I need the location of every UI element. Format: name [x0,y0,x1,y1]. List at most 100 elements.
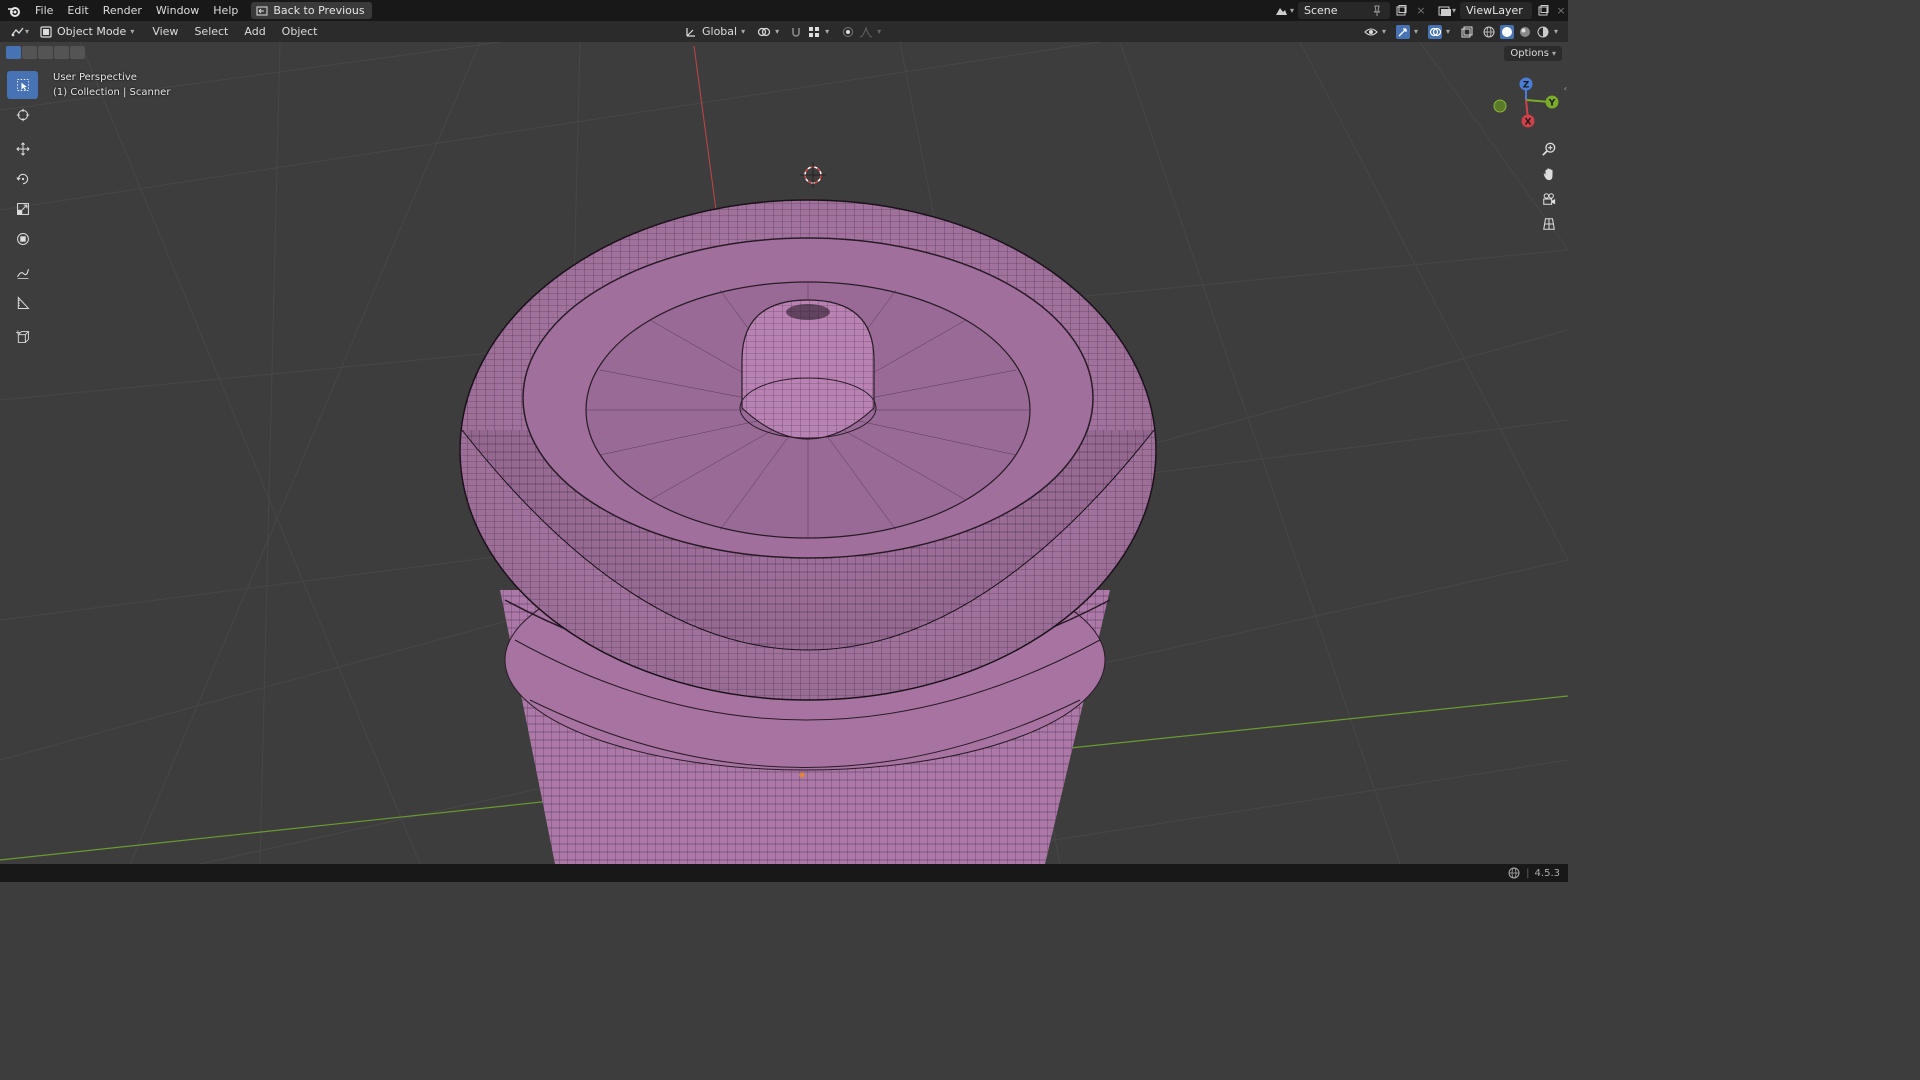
snap-icon[interactable] [807,25,821,39]
scale-icon [16,202,30,216]
snap-toggle-icon[interactable] [789,25,803,39]
object-mode-label: Object Mode [57,25,127,38]
3d-viewport[interactable]: User Perspective (1) Collection | Scanne… [0,42,1568,864]
options-button[interactable]: Options ▾ [1504,46,1562,61]
move-tool[interactable] [7,135,38,163]
transform-orientation-icon[interactable] [684,25,698,39]
viewlayer-selector[interactable]: ViewLayer [1460,2,1532,19]
select-mode-subtract-icon[interactable] [38,46,53,59]
visibility-chevron-icon[interactable]: ▾ [1382,27,1386,36]
transform-icon [16,232,30,246]
select-box-tool[interactable] [7,71,38,99]
measure-icon [16,296,30,310]
mesh-knob [741,299,875,440]
overlay-icon[interactable] [1427,24,1442,39]
scene-chevron-icon[interactable]: ▾ [1290,6,1294,15]
menu-edit[interactable]: Edit [60,0,95,21]
blender-logo-icon[interactable] [0,0,28,21]
viewport-header: ▾ Object Mode ▾ View Select Add Object G… [0,21,1568,42]
y-axis-line [0,799,561,861]
add-cube-icon [15,330,30,344]
object-mode-dropdown[interactable]: Object Mode ▾ [34,23,140,40]
editor-type-button[interactable]: ▾ [6,23,34,40]
add-cube-tool[interactable] [7,323,38,351]
ortho-toggle-button[interactable] [1538,213,1560,235]
transform-orientation-label[interactable]: Global [702,25,737,38]
cursor-tool[interactable] [7,101,38,129]
viewlayer-chevron-icon[interactable]: ▾ [1452,6,1456,15]
menu-render[interactable]: Render [96,0,149,21]
camera-view-button[interactable] [1538,188,1560,210]
scale-tool[interactable] [7,195,38,223]
transform-orientation-chevron-icon[interactable]: ▾ [741,27,745,36]
3d-cursor [800,162,826,188]
back-to-previous-button[interactable]: Back to Previous [251,2,372,19]
pivot-chevron-icon[interactable]: ▾ [775,27,779,36]
select-mode-intersect-icon[interactable] [70,46,85,59]
overlay-chevron-icon[interactable]: ▾ [1446,27,1450,36]
hand-icon [1542,167,1556,181]
transform-tool[interactable] [7,225,38,253]
rotate-icon [15,172,30,186]
menu-file[interactable]: File [28,0,60,21]
menu-help[interactable]: Help [206,0,245,21]
shading-rendered-icon[interactable] [1536,25,1550,39]
options-chevron-icon: ▾ [1551,49,1556,58]
header-right-tools: ▾ ▾ ▾ ▾ [1364,21,1558,42]
camera-icon [1542,192,1556,206]
top-right-area: ▾ Scene × ▾ ViewLayer × [1274,0,1568,21]
menu-view[interactable]: View [147,23,183,40]
select-mode-invert-icon[interactable] [54,46,69,59]
proportional-falloff-icon[interactable] [859,25,873,39]
grid-icon [1542,217,1556,231]
visibility-icon[interactable] [1364,25,1378,39]
scene-icon[interactable] [1274,4,1288,18]
navigation-gizmo[interactable]: Z Y X [1490,72,1564,134]
pivot-icon[interactable] [757,25,771,39]
shading-solid-icon[interactable] [1499,24,1514,39]
gizmo-neg-y-icon [1493,99,1507,113]
globe-icon [1507,866,1521,880]
pan-button[interactable] [1538,163,1560,185]
new-scene-icon[interactable] [1394,4,1408,18]
zoom-button[interactable] [1538,138,1560,160]
navigation-tools [1538,138,1560,235]
pin-icon[interactable] [1370,4,1384,18]
proportional-icon[interactable] [841,25,855,39]
snap-chevron-icon[interactable]: ▾ [825,27,829,36]
options-label: Options [1510,48,1549,59]
scene-selector[interactable]: Scene [1297,2,1390,19]
viewport-info: User Perspective (1) Collection | Scanne… [53,70,170,100]
shading-chevron-icon[interactable]: ▾ [1554,27,1558,36]
viewlayer-icon[interactable] [1438,4,1452,18]
shading-material-icon[interactable] [1518,25,1532,39]
collection-label: (1) Collection | Scanner [53,87,171,98]
menu-add[interactable]: Add [239,23,270,40]
move-icon [15,142,30,156]
cursor-icon [16,108,30,122]
proportional-chevron-icon[interactable]: ▾ [877,27,881,36]
top-menu-bar: File Edit Render Window Help Back to Pre… [0,0,1568,21]
select-mode-extend-icon[interactable] [22,46,37,59]
select-mode-new-icon[interactable] [6,46,21,59]
annotate-tool[interactable] [7,259,38,287]
select-box-icon [16,78,30,92]
remove-scene-icon[interactable]: × [1414,4,1428,18]
menu-window[interactable]: Window [149,0,206,21]
new-viewlayer-icon[interactable] [1536,4,1550,18]
shading-wireframe-icon[interactable] [1482,25,1496,39]
measure-tool[interactable] [7,289,38,317]
rotate-tool[interactable] [7,165,38,193]
gizmo-z-label: Z [1523,81,1530,91]
menu-select[interactable]: Select [189,23,233,40]
selection-mode-buttons [6,46,85,59]
version-label: 4.5.3 [1534,867,1560,879]
gizmo-icon[interactable] [1395,24,1410,39]
menu-object[interactable]: Object [277,23,323,40]
object-mode-chevron-icon: ▾ [130,27,135,36]
xray-icon[interactable] [1460,25,1474,39]
gizmo-chevron-icon[interactable]: ▾ [1414,27,1418,36]
sidebar-toggle-icon[interactable]: ‹ [1564,84,1567,93]
viewlayer-name: ViewLayer [1466,4,1523,17]
remove-viewlayer-icon[interactable]: × [1554,4,1568,18]
